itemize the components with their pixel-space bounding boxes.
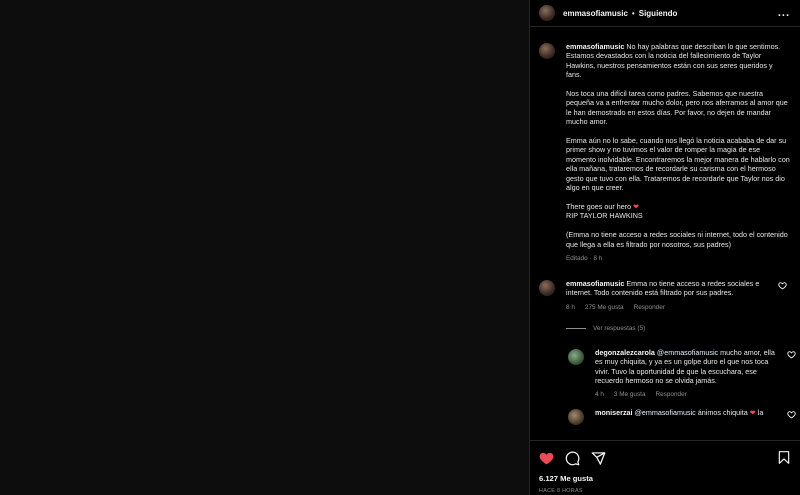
view-replies-label[interactable]: Ver respuestas (5) <box>593 325 645 332</box>
comment-icon[interactable] <box>565 451 580 466</box>
avatar[interactable] <box>539 43 555 59</box>
reply-text: moniserzai @emmasofiamusic ánimos chiqui… <box>595 408 775 417</box>
like-comment-icon[interactable] <box>787 410 796 419</box>
avatar[interactable] <box>568 409 584 426</box>
reply-button[interactable]: Responder <box>634 304 665 311</box>
reply-body-2: la <box>755 408 764 418</box>
reply-time[interactable]: 4 h <box>595 391 604 398</box>
more-options-icon[interactable]: ... <box>778 7 790 19</box>
bookmark-icon[interactable] <box>777 450 791 465</box>
edited-label: Editado · 8 h <box>566 254 603 262</box>
reply-username[interactable]: moniserzai <box>595 408 633 417</box>
mention-link[interactable]: @emmasofiamusic <box>657 348 718 357</box>
caption-body: No hay palabras que describan lo que sen… <box>566 42 790 211</box>
avatar[interactable] <box>539 279 555 296</box>
reply-body: ánimos chiquita <box>695 408 750 418</box>
comment-time[interactable]: 8 h <box>566 304 575 311</box>
like-comment-icon[interactable] <box>787 350 796 359</box>
view-replies-button[interactable]: Ver respuestas (5) <box>566 325 791 332</box>
likes-count[interactable]: 6.127 Me gusta <box>539 474 791 483</box>
avatar[interactable] <box>568 348 584 365</box>
comment: emmasofiamusic Emma no tiene acceso a re… <box>539 279 791 311</box>
reply-username[interactable]: degonzalezcarola <box>595 348 655 357</box>
reply-button[interactable]: Responder <box>656 391 687 398</box>
following-button[interactable]: Siguiendo <box>639 9 678 18</box>
comment-username[interactable]: emmasofiamusic <box>566 279 624 288</box>
like-comment-icon[interactable] <box>778 281 787 290</box>
separator: • <box>631 8 635 18</box>
reply-text: degonzalezcarola @emmasofiamusic mucho a… <box>595 348 775 386</box>
caption-body-2: RIP TAYLOR HAWKINS (Emma no tiene acceso… <box>566 211 788 249</box>
post-media[interactable] <box>0 0 529 495</box>
reply: moniserzai @emmasofiamusic ánimos chiqui… <box>568 408 796 426</box>
caption-username[interactable]: emmasofiamusic <box>566 42 624 51</box>
post-header: emmasofiamusic • Siguiendo ... <box>530 0 800 27</box>
like-icon[interactable] <box>539 451 554 466</box>
mention-link[interactable]: @emmasofiamusic <box>635 408 696 417</box>
action-icons <box>539 449 791 467</box>
reply: degonzalezcarola @emmasofiamusic mucho a… <box>568 348 796 398</box>
heart-emoji: ❤ <box>633 201 640 211</box>
comments-list[interactable]: emmasofiamusic No hay palabras que descr… <box>530 28 800 439</box>
share-icon[interactable] <box>591 451 606 466</box>
comment-likes[interactable]: 275 Me gusta <box>585 304 624 311</box>
post-panel: emmasofiamusic • Siguiendo ... emmasofia… <box>529 0 800 495</box>
divider <box>566 327 586 329</box>
caption-text: emmasofiamusic No hay palabras que descr… <box>566 42 790 249</box>
post-time[interactable]: HACE 8 HORAS <box>539 488 791 494</box>
avatar[interactable] <box>539 5 555 21</box>
comment-text: emmasofiamusic Emma no tiene acceso a re… <box>566 279 781 298</box>
reply-likes[interactable]: 3 Me gusta <box>614 391 646 398</box>
caption: emmasofiamusic No hay palabras que descr… <box>539 42 791 262</box>
header-username[interactable]: emmasofiamusic <box>563 9 628 18</box>
post-actions: 6.127 Me gusta HACE 8 HORAS <box>530 440 800 494</box>
